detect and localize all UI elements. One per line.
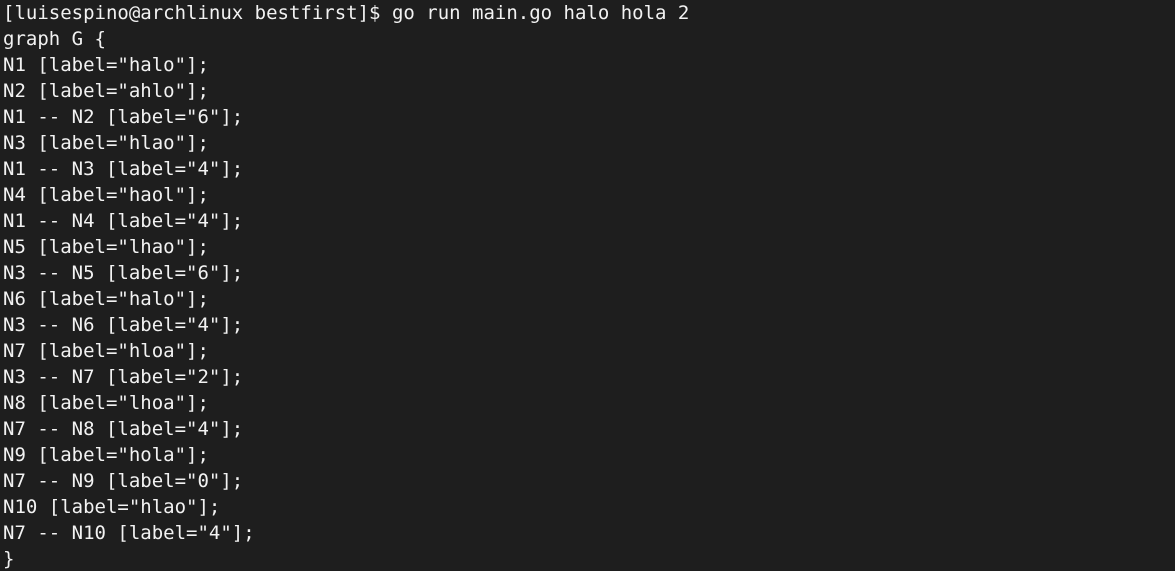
output-line: N4 [label="haol"]; [3,184,209,206]
output-line: N1 -- N2 [label="6"]; [3,106,244,128]
output-line: N3 -- N6 [label="4"]; [3,314,244,336]
output-line: N8 [label="lhoa"]; [3,392,209,414]
output-line: N6 [label="halo"]; [3,288,209,310]
output-line: N5 [label="lhao"]; [3,236,209,258]
output-line: N2 [label="ahlo"]; [3,80,209,102]
shell-prompt: [luisespino@archlinux bestfirst]$ [3,2,392,24]
output-line: N1 -- N3 [label="4"]; [3,158,244,180]
output-line: N3 -- N7 [label="2"]; [3,366,244,388]
output-line: N7 -- N8 [label="4"]; [3,418,244,440]
output-line: N7 -- N9 [label="0"]; [3,470,244,492]
output-line: N7 [label="hloa"]; [3,340,209,362]
output-line: N3 -- N5 [label="6"]; [3,262,244,284]
output-line: N9 [label="hola"]; [3,444,209,466]
command-text: go run main.go halo hola 2 [391,2,690,24]
output-line: N7 -- N10 [label="4"]; [3,522,255,544]
command-line: [luisespino@archlinux bestfirst]$ go run… [3,0,1175,26]
terminal-window[interactable]: [luisespino@archlinux bestfirst]$ go run… [0,0,1175,571]
output-line: N10 [label="hlao"]; [3,496,221,518]
output-line: } [3,548,15,570]
output-line: N1 -- N4 [label="4"]; [3,210,244,232]
output-line: N3 [label="hlao"]; [3,132,209,154]
output-line: N1 [label="halo"]; [3,54,209,76]
output-line: graph G { [3,28,106,50]
